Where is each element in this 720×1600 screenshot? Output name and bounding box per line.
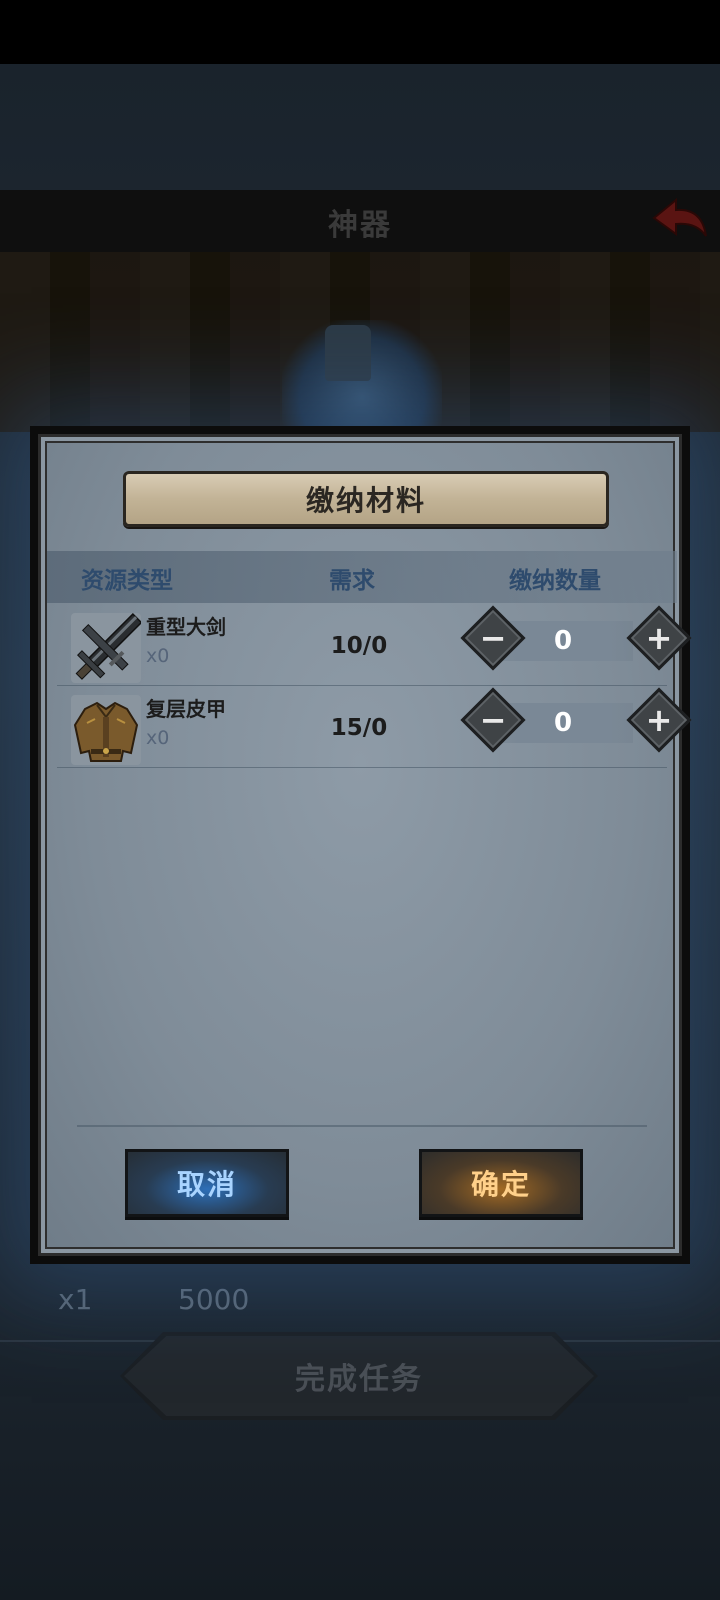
material-row: 复层皮甲 x0 15/0 0 − + xyxy=(57,687,692,768)
item-requirement: 15/0 xyxy=(330,715,388,741)
minus-icon: − xyxy=(479,701,507,739)
submit-materials-dialog: 缴纳材料 资源类型 需求 缴纳数量 重型大剑 x0 10/0 0 − + 复层皮… xyxy=(30,426,692,1264)
item-name: 重型大剑 xyxy=(146,615,226,639)
dialog-title-banner: 缴纳材料 xyxy=(123,471,609,527)
page-title: 神器 xyxy=(328,208,392,243)
increase-button[interactable]: + xyxy=(626,605,692,671)
item-requirement: 10/0 xyxy=(330,633,388,659)
plus-icon: + xyxy=(645,701,673,739)
item-name: 复层皮甲 xyxy=(146,697,226,721)
header-requirement: 需求 xyxy=(329,568,375,594)
increase-button[interactable]: + xyxy=(626,687,692,753)
cancel-button[interactable]: 取消 xyxy=(125,1149,289,1217)
complete-task-button[interactable]: 完成任务 xyxy=(124,1336,594,1416)
statue-head xyxy=(325,325,371,381)
plus-icon: + xyxy=(645,619,673,657)
reward-gold: 5000 xyxy=(178,1283,250,1316)
greatsword-icon xyxy=(71,613,141,683)
item-owned-count: x0 xyxy=(146,727,170,749)
footer-divider xyxy=(77,1125,647,1127)
minus-icon: − xyxy=(479,619,507,657)
reward-quantity: x1 xyxy=(58,1283,93,1316)
back-arrow-icon[interactable] xyxy=(650,196,710,246)
confirm-button[interactable]: 确定 xyxy=(419,1149,583,1217)
material-row: 重型大剑 x0 10/0 0 − + xyxy=(57,605,692,686)
dialog-title: 缴纳材料 xyxy=(305,484,426,517)
leather-armor-icon xyxy=(71,695,141,765)
dialog-panel: 缴纳材料 资源类型 需求 缴纳数量 重型大剑 x0 10/0 0 − + 复层皮… xyxy=(38,434,692,1256)
item-owned-count: x0 xyxy=(146,645,170,667)
header-resource-type: 资源类型 xyxy=(81,568,173,594)
header-submit-quantity: 缴纳数量 xyxy=(509,568,601,594)
